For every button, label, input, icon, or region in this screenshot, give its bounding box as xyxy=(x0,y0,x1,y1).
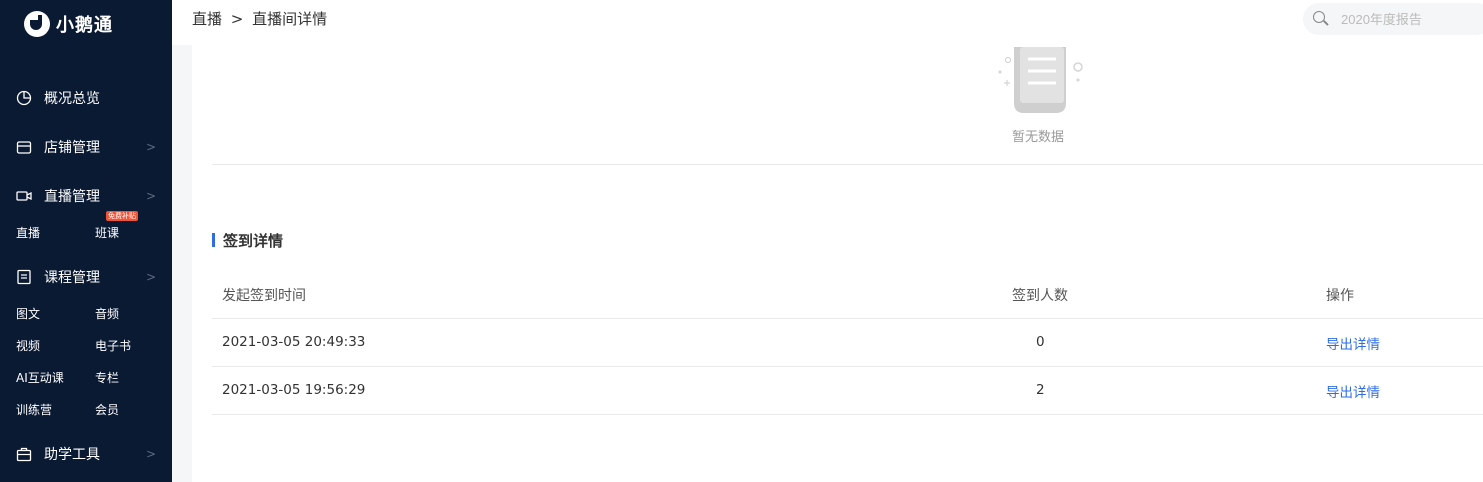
sidebar-item-tools[interactable]: 助学工具 > xyxy=(16,442,156,466)
sidebar-item-label: 概况总览 xyxy=(44,91,100,107)
breadcrumb-current: 直播间详情 xyxy=(252,10,328,28)
store-icon xyxy=(16,141,32,154)
content-gutter xyxy=(172,45,192,482)
sidebar-item-course[interactable]: 课程管理 > xyxy=(16,265,156,289)
toolbox-icon xyxy=(16,447,32,462)
export-details-link[interactable]: 导出详情 xyxy=(1326,333,1380,353)
video-icon xyxy=(16,191,32,201)
pie-chart-icon xyxy=(16,90,32,106)
table-row-divider xyxy=(212,318,1483,319)
free-subsidy-badge: 免费补贴 xyxy=(106,211,138,221)
section-title: 签到详情 xyxy=(212,231,284,250)
column-header-time: 发起签到时间 xyxy=(222,288,306,304)
sidebar: 小鹅通 概况总览 店铺管理 > 直播管理 > 直播 班课 免费补贴 课程管理 >… xyxy=(0,0,172,482)
table-row-count: 0 xyxy=(1036,334,1045,350)
sub-item-live[interactable]: 直播 xyxy=(16,224,40,241)
column-header-action: 操作 xyxy=(1326,288,1354,304)
table-row-time: 2021-03-05 20:49:33 xyxy=(222,334,366,350)
table-row-divider xyxy=(212,414,1483,415)
sub-item-class[interactable]: 班课 xyxy=(95,224,119,241)
breadcrumb-live-link[interactable]: 直播 xyxy=(192,10,222,28)
search-input[interactable] xyxy=(1339,10,1483,28)
sub-item-column[interactable]: 专栏 xyxy=(95,369,119,386)
column-header-count: 签到人数 xyxy=(1012,288,1068,304)
empty-document-icon xyxy=(998,47,1083,113)
sub-item-graphic[interactable]: 图文 xyxy=(16,305,40,322)
breadcrumb: 直播 > 直播间详情 xyxy=(192,8,331,29)
sidebar-item-live[interactable]: 直播管理 > xyxy=(16,184,156,208)
sub-item-ebook[interactable]: 电子书 xyxy=(95,337,131,354)
sidebar-item-store[interactable]: 店铺管理 > xyxy=(16,135,156,159)
sub-item-ai-course[interactable]: AI互动课 xyxy=(16,369,64,386)
sidebar-item-label: 直播管理 xyxy=(44,189,100,205)
section-title-text: 签到详情 xyxy=(223,231,284,250)
sidebar-item-overview[interactable]: 概况总览 xyxy=(16,86,156,110)
chevron-right-icon: > xyxy=(145,447,156,461)
divider xyxy=(212,164,1483,165)
chevron-right-icon: > xyxy=(145,189,156,203)
table-row-time: 2021-03-05 19:56:29 xyxy=(222,382,366,398)
sub-item-video[interactable]: 视频 xyxy=(16,337,40,354)
breadcrumb-separator: > xyxy=(230,10,244,28)
sidebar-item-label: 店铺管理 xyxy=(44,140,100,156)
chevron-right-icon: > xyxy=(145,270,156,284)
sub-item-member[interactable]: 会员 xyxy=(95,401,119,418)
chevron-right-icon: > xyxy=(145,140,156,154)
document-icon xyxy=(17,269,31,285)
section-accent-bar xyxy=(212,233,215,247)
search-icon[interactable] xyxy=(1313,11,1329,27)
table-row-count: 2 xyxy=(1036,382,1045,398)
export-details-link[interactable]: 导出详情 xyxy=(1326,381,1380,401)
logo-text: 小鹅通 xyxy=(56,15,113,36)
sidebar-item-label: 助学工具 xyxy=(44,447,100,463)
empty-state-text: 暂无数据 xyxy=(1012,130,1065,145)
search-box[interactable] xyxy=(1303,3,1483,35)
sub-item-camp[interactable]: 训练营 xyxy=(16,401,52,418)
logo-icon xyxy=(24,11,50,37)
table-row-divider xyxy=(212,366,1483,367)
sub-item-audio[interactable]: 音频 xyxy=(95,305,119,322)
sidebar-item-label: 课程管理 xyxy=(44,270,100,286)
logo[interactable]: 小鹅通 xyxy=(24,10,113,38)
